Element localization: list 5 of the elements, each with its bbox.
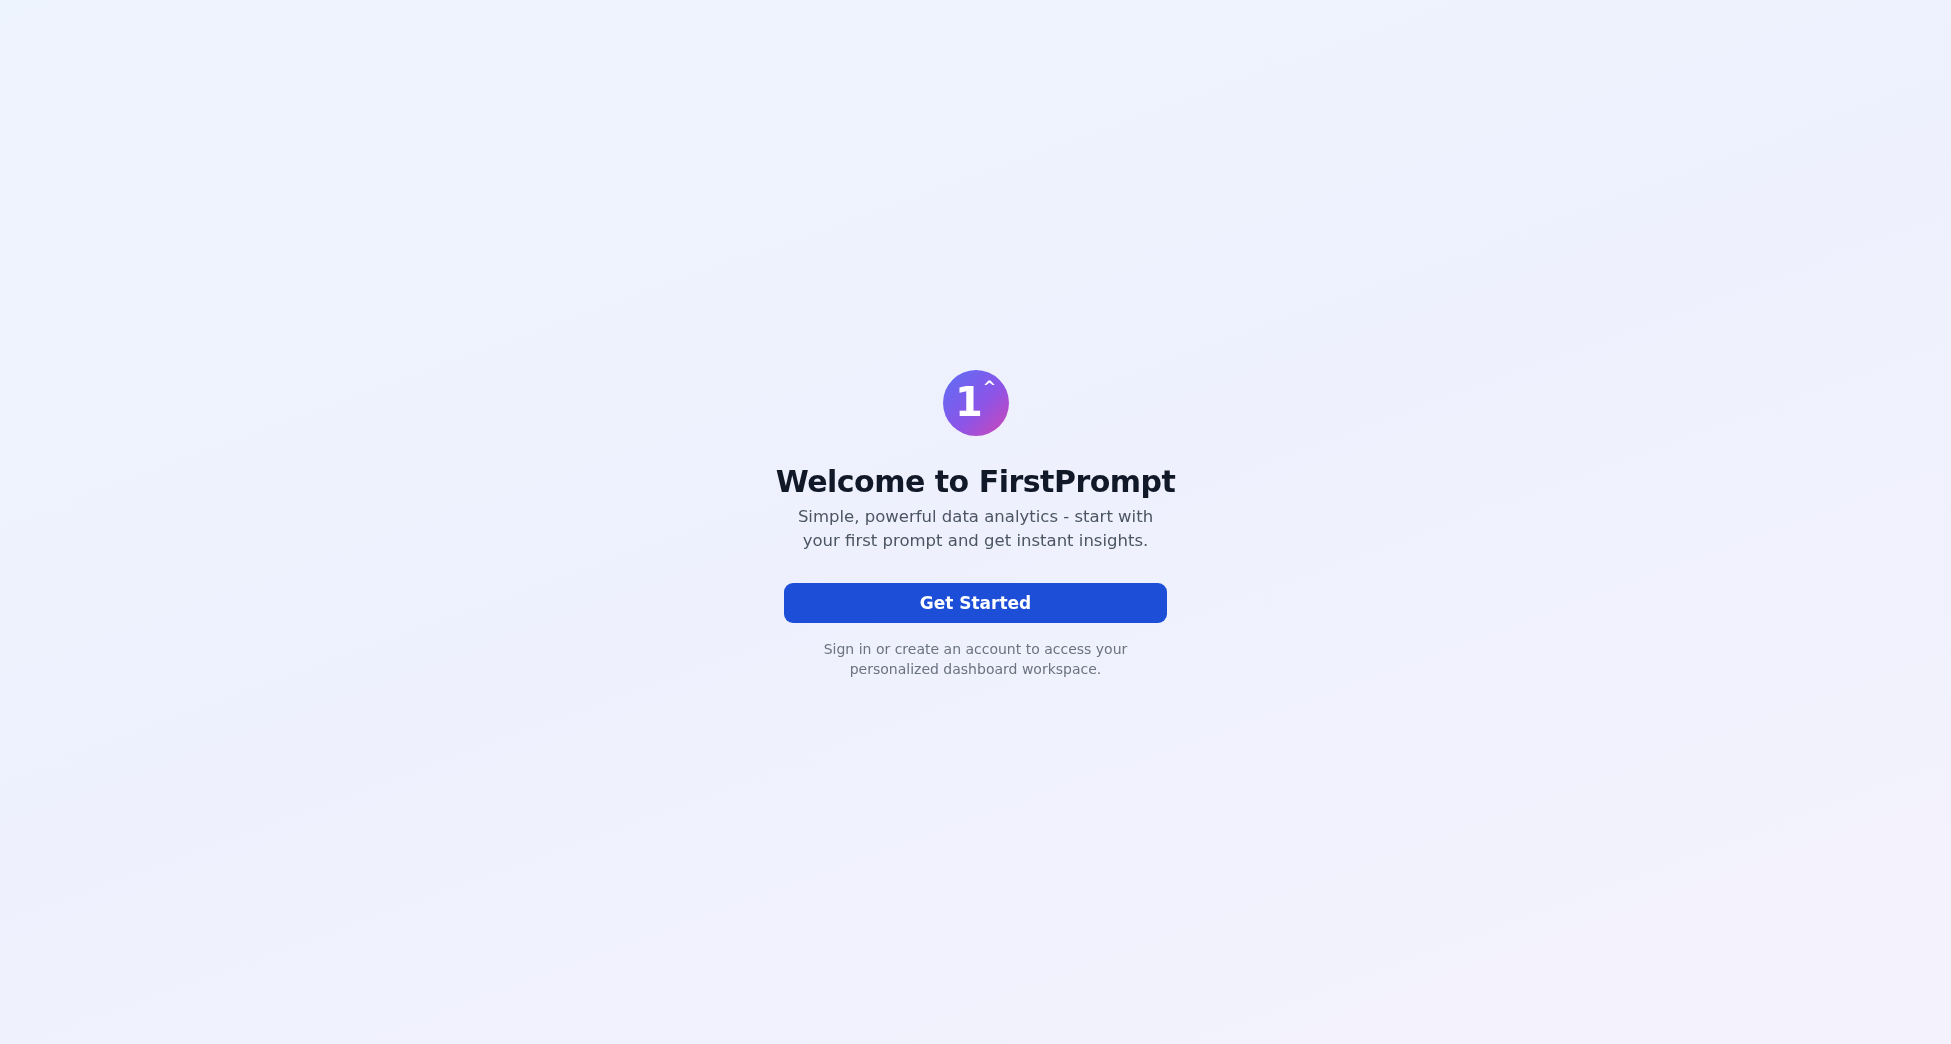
sign-in-note: Sign in or create an account to access your personalized dashboard workspace. bbox=[822, 639, 1129, 679]
welcome-heading: Welcome to FirstPrompt bbox=[775, 463, 1176, 499]
app-logo: 1^ bbox=[942, 369, 1009, 436]
tagline: Simple, powerful data analytics - start with your first prompt and get instant insights. bbox=[796, 505, 1155, 552]
get-started-button[interactable]: Get Started bbox=[784, 582, 1167, 623]
